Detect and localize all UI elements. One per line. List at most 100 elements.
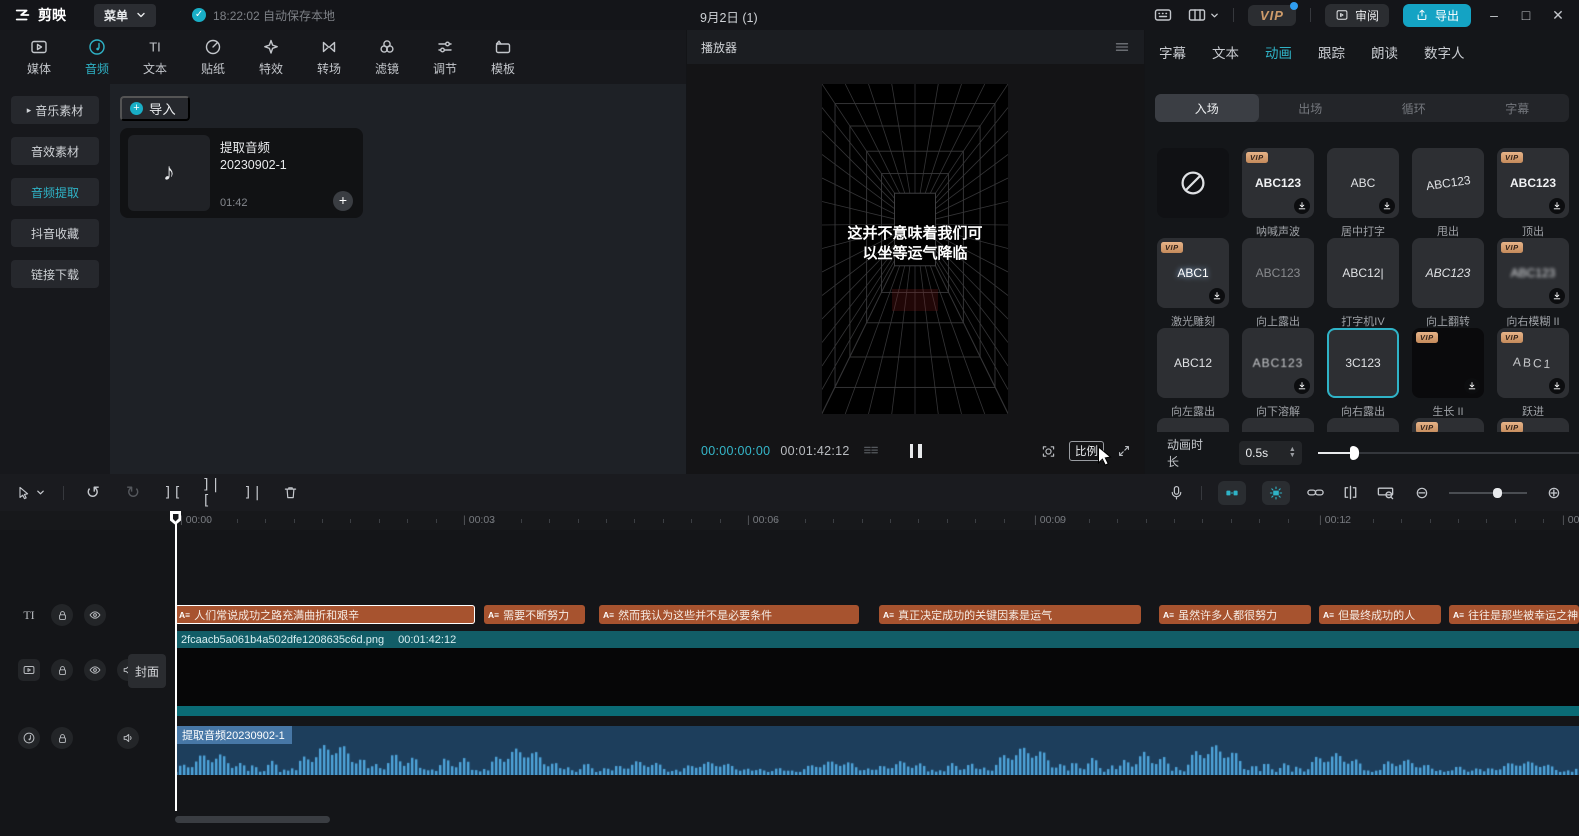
zoom-in-button[interactable]: ⊕: [1543, 482, 1565, 504]
anim-preset-7[interactable]: ABC123向上露出: [1240, 238, 1316, 329]
timeline-zoom-slider[interactable]: [1449, 487, 1527, 499]
auto-highlight-toggle[interactable]: [1262, 481, 1290, 505]
player-menu-icon[interactable]: [1114, 39, 1130, 55]
audio-clip-card[interactable]: ♪ 提取音频 20230902-1 01:42 +: [120, 128, 363, 218]
anim-preset-5[interactable]: ABC123VIP顶出: [1495, 148, 1571, 239]
anim-preset-3[interactable]: ABC居中打字: [1325, 148, 1401, 239]
anim-preset-8[interactable]: ABC12|打字机IV: [1325, 238, 1401, 329]
toolbar-item-2[interactable]: 音频: [80, 37, 114, 77]
video-clip[interactable]: 2fcaacb5a061b4a502dfe1208635c6d.png 00:0…: [175, 631, 1579, 727]
text-clip-1[interactable]: A≡人们常说成功之路充满曲折和艰辛: [175, 605, 475, 624]
lock-icon[interactable]: [51, 727, 73, 749]
review-button[interactable]: 审阅: [1325, 4, 1389, 27]
text-clip-icon: A≡: [1323, 610, 1334, 620]
anim-preset-9[interactable]: ABC123向上翻转: [1410, 238, 1486, 329]
toolbar-item-8[interactable]: 调节: [428, 37, 462, 77]
anim-subtab-4[interactable]: 字幕: [1466, 94, 1570, 122]
toolbar-item-1[interactable]: 媒体: [22, 37, 56, 77]
delete-button[interactable]: [282, 484, 299, 501]
text-clip-6[interactable]: A≡但最终成功的人: [1319, 605, 1441, 624]
anim-preset-2[interactable]: ABC123VIP呐喊声波: [1240, 148, 1316, 239]
text-clip-2[interactable]: A≡需要不断努力: [484, 605, 585, 624]
close-button[interactable]: ✕: [1549, 7, 1567, 24]
duration-slider-handle[interactable]: [1350, 446, 1359, 460]
magnetic-snap-toggle[interactable]: [1218, 481, 1246, 505]
toolbar-item-6[interactable]: 转场: [312, 37, 346, 77]
timeline-ruler-zoom-icon[interactable]: [1376, 483, 1395, 502]
anim-preset-11[interactable]: ABC12向左露出: [1155, 328, 1231, 419]
layout-switch-button[interactable]: [1187, 5, 1219, 25]
anim-tab-6[interactable]: 数字人: [1424, 42, 1465, 62]
import-button[interactable]: + 导入: [120, 96, 190, 121]
horizontal-scrollbar[interactable]: [175, 816, 330, 823]
toolbar-item-9[interactable]: 模板: [486, 37, 520, 77]
sidebar-item-3[interactable]: 音频提取: [11, 178, 99, 206]
minimize-button[interactable]: –: [1485, 7, 1503, 23]
toolbar-item-5[interactable]: 特效: [254, 37, 288, 77]
text-clip-3[interactable]: A≡然而我认为这些并不是必要条件: [599, 605, 859, 624]
sidebar-item-5[interactable]: 链接下载: [11, 260, 99, 288]
sidebar-item-4[interactable]: 抖音收藏: [11, 219, 99, 247]
text-clip-7[interactable]: A≡往往是那些被幸运之神: [1449, 605, 1579, 624]
toolbar-item-7[interactable]: 滤镜: [370, 37, 404, 77]
anim-preset-15[interactable]: ABC1VIP跃进: [1495, 328, 1571, 419]
subtitle-list-icon[interactable]: [862, 442, 880, 460]
link-clips-icon[interactable]: [1306, 483, 1325, 502]
text-clip-4[interactable]: A≡真正决定成功的关键因素是运气: [879, 605, 1141, 624]
review-label: 审阅: [1355, 7, 1379, 24]
lock-icon[interactable]: [51, 659, 73, 681]
shortcut-keyboard-icon[interactable]: [1153, 5, 1173, 25]
anim-preset-10[interactable]: ABC123VIP向右模糊 II: [1495, 238, 1571, 329]
pause-button[interactable]: [910, 444, 922, 458]
duration-slider[interactable]: [1318, 446, 1579, 460]
anim-preset-1[interactable]: [1155, 148, 1231, 223]
lock-icon[interactable]: [51, 604, 73, 626]
eye-icon[interactable]: [84, 604, 106, 626]
split-keep-right-button[interactable]: ]|: [242, 482, 264, 504]
sidebar-item-2[interactable]: 音效素材: [11, 137, 99, 165]
mute-icon[interactable]: [117, 727, 139, 749]
duration-value-box[interactable]: 0.5s ▲▼: [1239, 441, 1301, 465]
anim-preset-13[interactable]: 3C123向右露出: [1325, 328, 1401, 419]
anim-preset-14[interactable]: VIP生长 II: [1410, 328, 1486, 419]
zoom-out-button[interactable]: ⊖: [1411, 482, 1433, 504]
undo-button[interactable]: ↺: [82, 482, 104, 504]
anim-subtab-1[interactable]: 入场: [1155, 94, 1259, 122]
anim-subtab-3[interactable]: 循环: [1362, 94, 1466, 122]
add-to-timeline-button[interactable]: +: [333, 191, 353, 211]
split-keep-left-button[interactable]: ]|[: [202, 482, 224, 504]
toolbar-item-3[interactable]: TI文本: [138, 37, 172, 77]
vip-button[interactable]: VIP: [1248, 5, 1296, 26]
sidebar-item-1[interactable]: ▸音乐素材: [11, 96, 99, 124]
anim-tab-2[interactable]: 文本: [1212, 42, 1239, 62]
timeline-ruler[interactable]: |00:00|00:03|00:06|00:09|00:12|00:15: [0, 511, 1579, 530]
duration-stepper[interactable]: ▲▼: [1289, 447, 1296, 459]
maximize-button[interactable]: □: [1517, 7, 1535, 23]
anim-tab-3[interactable]: 动画: [1265, 42, 1292, 62]
anim-preset-6[interactable]: ABC1VIP激光雕刻: [1155, 238, 1231, 329]
anim-tab-5[interactable]: 朗读: [1371, 42, 1398, 62]
toolbar-item-4[interactable]: 贴纸: [196, 37, 230, 77]
menu-button[interactable]: 菜单: [94, 4, 156, 27]
anim-preset-4[interactable]: ABC123甩出: [1410, 148, 1486, 239]
eye-icon[interactable]: [84, 659, 106, 681]
export-button[interactable]: 导出: [1403, 4, 1471, 27]
title-bar: 剪映 菜单 ✓ 18:22:02 自动保存本地 9月2日 (1) VIP: [0, 0, 1579, 30]
text-clip-5[interactable]: A≡虽然许多人都很努力: [1159, 605, 1311, 624]
player-controls: 00:00:00:00 00:01:42:12 比例: [687, 436, 1144, 466]
anim-subtab-2[interactable]: 出场: [1259, 94, 1363, 122]
record-voiceover-icon[interactable]: [1168, 484, 1185, 501]
audio-clip[interactable]: 提取音频20230902-1: [175, 726, 1579, 775]
redo-button[interactable]: ↻: [122, 482, 144, 504]
anim-tab-1[interactable]: 字幕: [1159, 42, 1186, 62]
select-tool-button[interactable]: [16, 485, 45, 501]
anim-tab-4[interactable]: 跟踪: [1318, 42, 1345, 62]
split-button[interactable]: ][: [162, 482, 184, 504]
video-preview[interactable]: 这并不意味着我们可 以坐等运气降临: [822, 84, 1008, 414]
cover-button[interactable]: 封面: [128, 654, 166, 688]
focus-frame-icon[interactable]: [1040, 443, 1057, 460]
fullscreen-icon[interactable]: [1116, 443, 1132, 459]
anim-preset-12[interactable]: ABC123向下溶解: [1240, 328, 1316, 419]
zoom-slider-handle[interactable]: [1493, 488, 1502, 498]
split-preview-icon[interactable]: [1341, 483, 1360, 502]
